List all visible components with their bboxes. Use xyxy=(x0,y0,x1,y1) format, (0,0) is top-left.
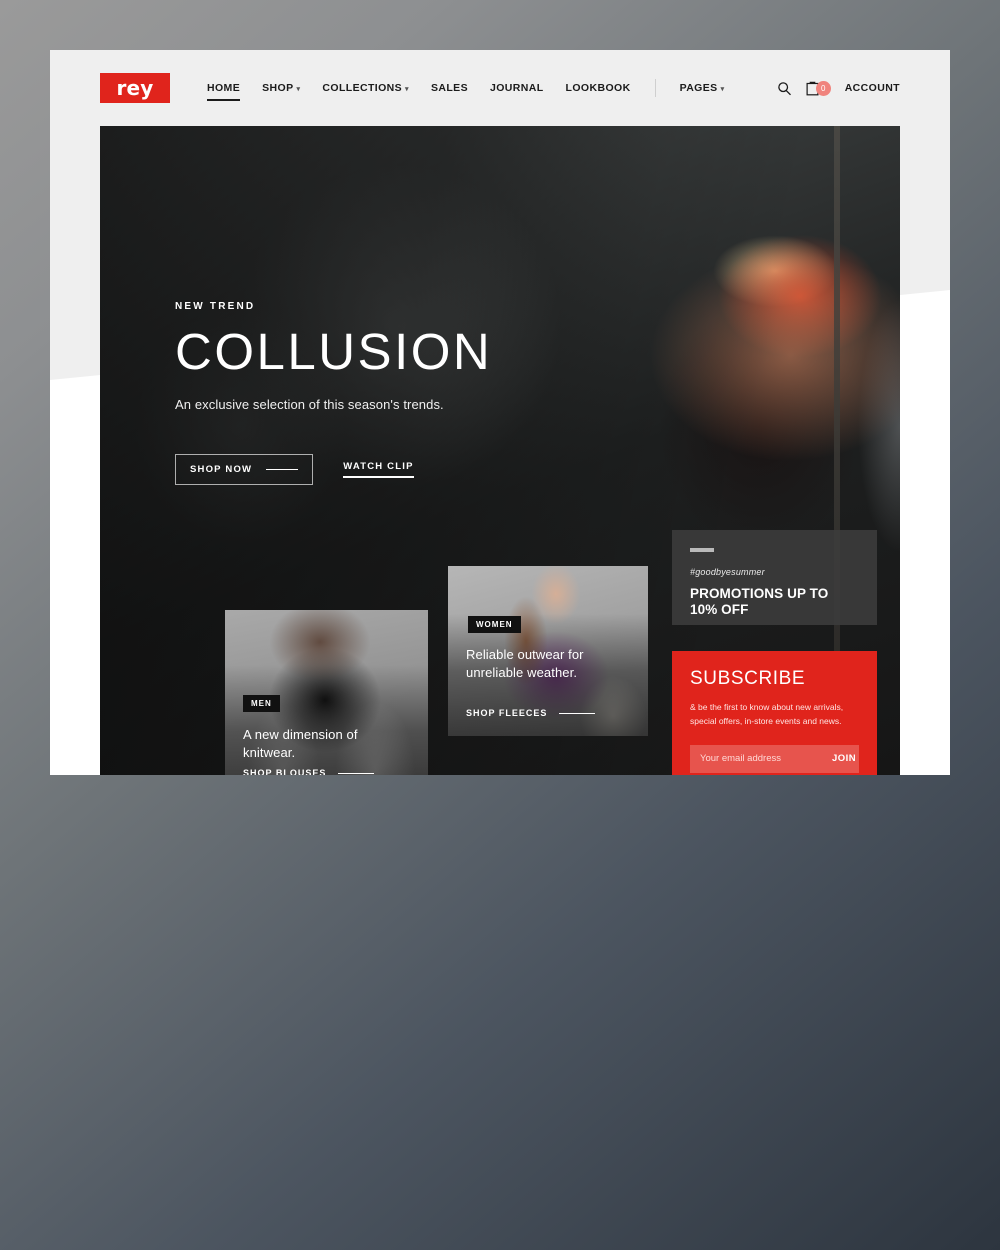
header-actions: 0 ACCOUNT xyxy=(777,80,900,96)
shop-fleeces-link[interactable]: SHOP FLEECES xyxy=(466,708,596,718)
logo-text: rey xyxy=(116,76,154,100)
chevron-down-icon: ▾ xyxy=(720,86,725,93)
cart-count-badge: 0 xyxy=(815,80,831,96)
account-link[interactable]: ACCOUNT xyxy=(845,82,900,94)
browser-page-frame: rey HOME SHOP ▾ COLLECTIONS ▾ SALES JOURNA… xyxy=(50,50,950,775)
nav-item-shop[interactable]: SHOP ▾ xyxy=(251,82,311,94)
shop-now-label: SHOP NOW xyxy=(190,464,253,475)
email-input[interactable] xyxy=(700,753,832,765)
cart-button[interactable]: 0 xyxy=(806,80,831,96)
nav-label: COLLECTIONS xyxy=(322,82,403,94)
main-navigation: HOME SHOP ▾ COLLECTIONS ▾ SALES JOURNAL LO… xyxy=(196,79,736,101)
category-card-men[interactable]: MEN A new dimension of knitwear. SHOP BL… xyxy=(225,610,428,775)
arrow-dash-icon xyxy=(266,469,299,470)
site-header: rey HOME SHOP ▾ COLLECTIONS ▾ SALES JOURNA… xyxy=(50,50,950,126)
card-cta-label: SHOP FLEECES xyxy=(466,708,548,718)
nav-item-lookbook[interactable]: LOOKBOOK xyxy=(555,82,642,94)
nav-item-home[interactable]: HOME xyxy=(196,82,251,101)
nav-label: PAGES xyxy=(679,82,718,94)
nav-label: SALES xyxy=(430,82,468,94)
subscribe-description: & be the first to know about new arrival… xyxy=(690,702,844,727)
card-headline-women: Reliable outwear for unreliable weather. xyxy=(466,647,584,680)
subscribe-panel: SUBSCRIBE & be the first to know about n… xyxy=(672,651,877,775)
subscribe-form: JOIN xyxy=(690,744,859,773)
nav-divider xyxy=(654,79,656,97)
promo-headline: PROMOTIONS UP TO 10% OFF xyxy=(690,586,829,617)
shop-now-button[interactable]: SHOP NOW xyxy=(175,454,314,485)
nav-item-journal[interactable]: JOURNAL xyxy=(479,82,555,94)
category-card-women[interactable]: WOMEN Reliable outwear for unreliable we… xyxy=(448,566,648,736)
join-button[interactable]: JOIN xyxy=(832,753,856,764)
subscribe-title: SUBSCRIBE xyxy=(690,668,806,689)
card-badge-men: MEN xyxy=(243,695,280,712)
hero-banner: NEW TREND COLLUSION An exclusive selecti… xyxy=(100,126,900,775)
promo-accent-bar xyxy=(690,548,714,552)
card-badge-women: WOMEN xyxy=(468,616,521,633)
hero-actions: SHOP NOW WATCH CLIP xyxy=(175,454,492,485)
nav-label: JOURNAL xyxy=(489,82,544,94)
hero-kicker: NEW TREND xyxy=(175,301,256,312)
arrow-dash-icon xyxy=(338,772,375,774)
site-logo[interactable]: rey xyxy=(100,73,170,103)
nav-item-sales[interactable]: SALES xyxy=(420,82,479,94)
promo-hashtag: #goodbyesummer xyxy=(690,567,765,577)
arrow-dash-icon xyxy=(559,712,596,714)
hero-subtitle: An exclusive selection of this season's … xyxy=(175,397,444,412)
promotions-card[interactable]: #goodbyesummer PROMOTIONS UP TO 10% OFF xyxy=(672,530,877,625)
nav-label: HOME xyxy=(207,82,241,94)
hero-content: NEW TREND COLLUSION An exclusive selecti… xyxy=(175,301,492,485)
watch-clip-button[interactable]: WATCH CLIP xyxy=(343,461,414,478)
chevron-down-icon: ▾ xyxy=(296,86,301,93)
search-icon[interactable] xyxy=(777,81,792,96)
shop-blouses-link[interactable]: SHOP BLOUSES xyxy=(243,768,375,775)
hero-title: COLLUSION xyxy=(175,323,493,380)
nav-label: LOOKBOOK xyxy=(565,82,631,94)
card-cta-label: SHOP BLOUSES xyxy=(243,768,327,775)
chevron-down-icon: ▾ xyxy=(405,86,409,93)
nav-item-pages[interactable]: PAGES ▾ xyxy=(669,82,736,94)
nav-item-collections[interactable]: COLLECTIONS ▾ xyxy=(311,82,420,94)
card-headline-men: A new dimension of knitwear. xyxy=(243,727,358,760)
nav-label: SHOP xyxy=(262,82,294,94)
